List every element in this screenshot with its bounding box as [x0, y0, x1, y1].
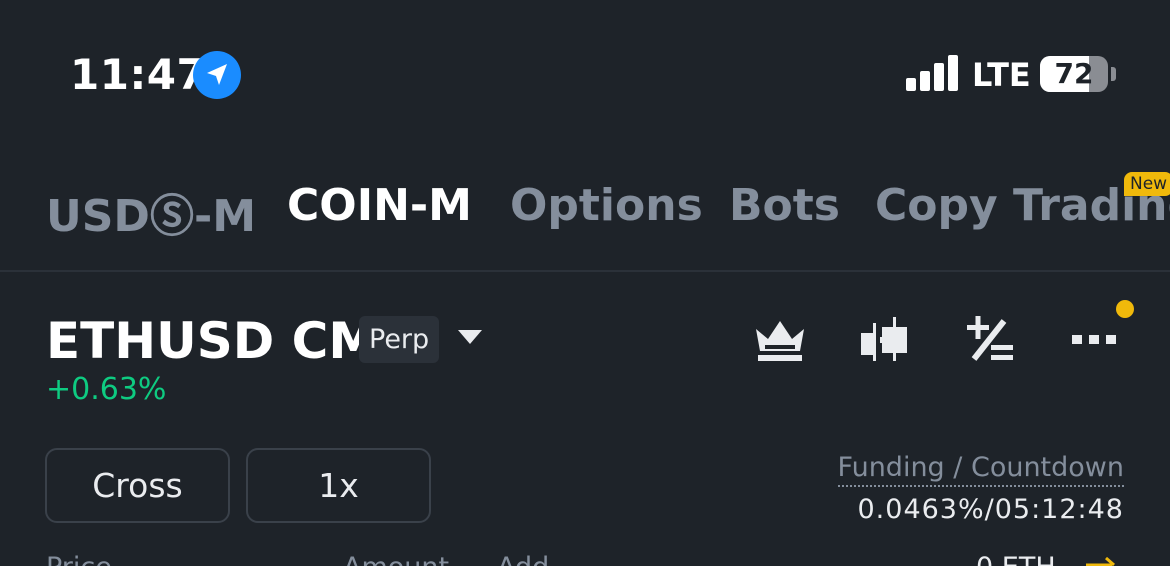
candlestick-chart-icon[interactable] [859, 315, 911, 365]
tab-usds-m[interactable]: USDⓈ-M [46, 180, 256, 244]
cellular-signal-icon [906, 55, 962, 91]
tab-bots[interactable]: Bots [729, 180, 840, 231]
status-time: 11:47 [70, 50, 207, 99]
margin-mode-button[interactable]: Cross [45, 448, 230, 523]
price-column-label: Price [46, 552, 112, 566]
network-type: LTE [972, 56, 1031, 94]
tabs-divider [0, 270, 1170, 272]
amount-column-label: Amount [343, 552, 449, 566]
funding-countdown-value: 0.0463%/05:12:48 [857, 494, 1124, 525]
add-label: Add [497, 552, 549, 566]
calculator-icon[interactable] [964, 315, 1016, 365]
contract-type-badge: Perp [359, 316, 440, 363]
product-tabs: USDⓈ-M COIN-M Options Bots Copy Trading [0, 180, 1170, 242]
location-arrow-icon [193, 51, 241, 99]
battery-icon: 72 [1040, 56, 1108, 92]
available-asset: 0 ETH [976, 552, 1056, 566]
status-bar: 11:47 LTE 72 [0, 0, 1170, 150]
tab-coin-m[interactable]: COIN-M [287, 180, 472, 231]
crown-icon[interactable] [754, 315, 806, 365]
chevron-down-icon[interactable] [458, 330, 482, 344]
price-change: +0.63% [46, 372, 167, 407]
transfer-arrow-icon[interactable] [1086, 554, 1120, 566]
leverage-button[interactable]: 1x [246, 448, 431, 523]
notification-dot [1116, 300, 1134, 318]
battery-percent: 72 [1054, 57, 1094, 90]
symbol-title[interactable]: ETHUSD CM [46, 312, 378, 370]
more-icon[interactable] [1068, 315, 1120, 365]
new-badge: New [1124, 172, 1170, 196]
battery-tip [1111, 67, 1116, 81]
funding-countdown-label[interactable]: Funding / Countdown [837, 452, 1124, 487]
tab-options[interactable]: Options [510, 180, 703, 231]
